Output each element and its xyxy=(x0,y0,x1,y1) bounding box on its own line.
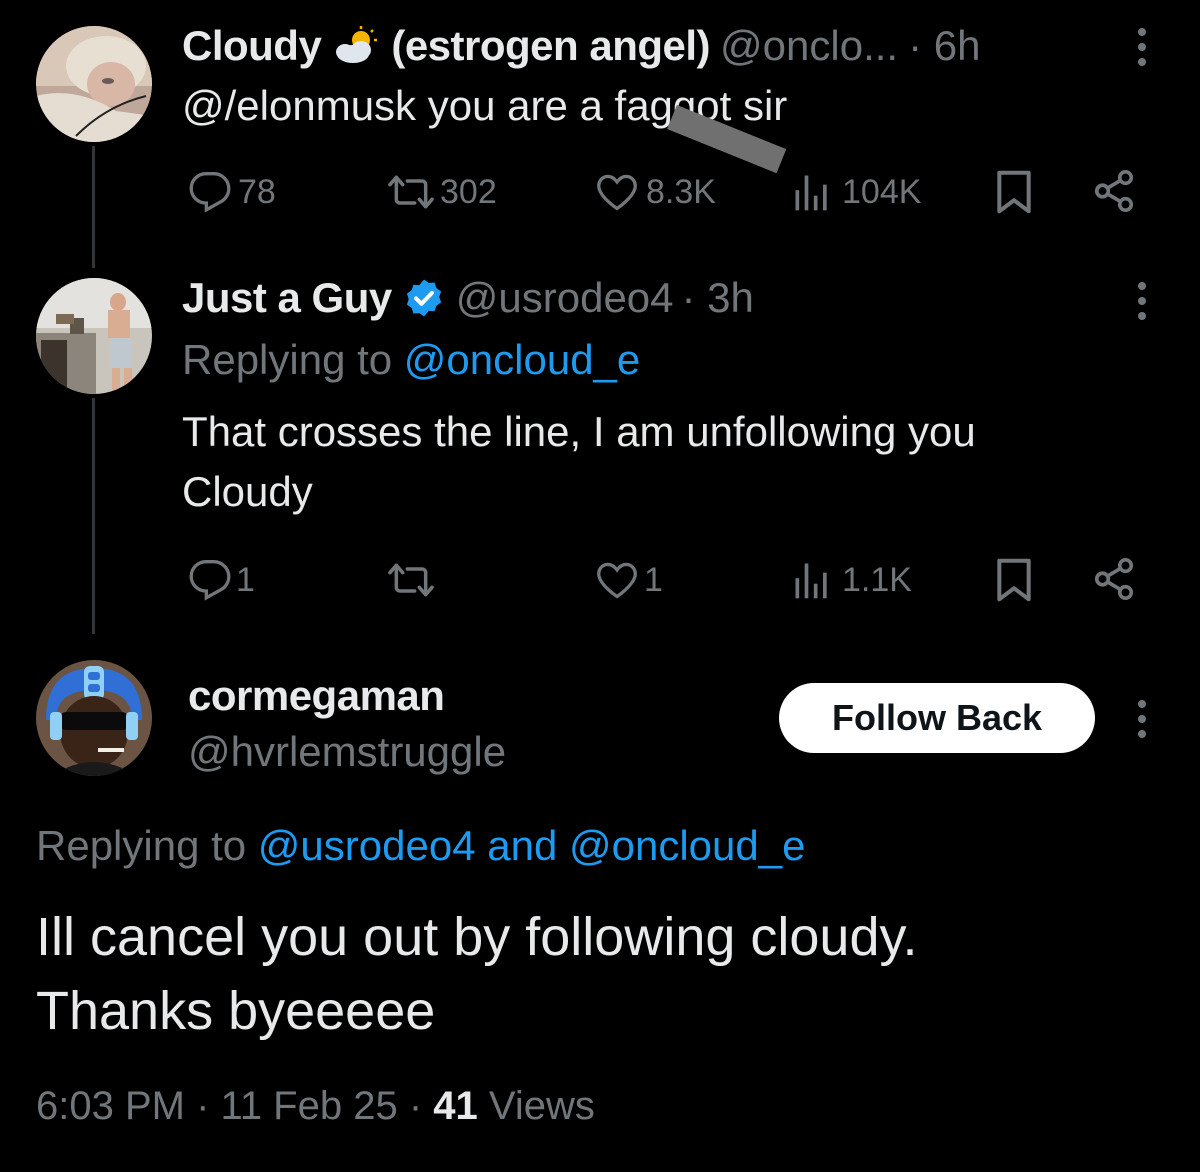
author-handle[interactable]: @usrodeo4 xyxy=(456,274,674,322)
replying-to: Replying to @oncloud_e xyxy=(182,336,640,384)
more-options-icon[interactable] xyxy=(1130,282,1154,320)
bookmark-action[interactable] xyxy=(994,558,1034,602)
reply-icon xyxy=(189,560,231,601)
views-label[interactable]: Views xyxy=(489,1084,595,1128)
replying-to-handles[interactable]: @usrodeo4 and @oncloud_e xyxy=(258,822,806,869)
replying-to-handle[interactable]: @oncloud_e xyxy=(404,336,640,383)
author-name-suffix[interactable]: (estrogen angel) xyxy=(391,22,710,70)
meta-separator: · xyxy=(196,1084,210,1128)
bookmark-action[interactable] xyxy=(994,170,1034,214)
share-icon xyxy=(1094,558,1134,600)
avatar-just-a-guy[interactable] xyxy=(36,278,152,394)
reply-icon xyxy=(189,172,231,213)
tweet-text-line: Thanks byeeeee xyxy=(36,981,436,1041)
tweet2-text: That crosses the line, I am unfollowing … xyxy=(182,408,976,515)
share-icon xyxy=(1094,170,1134,212)
replying-to-label: Replying to xyxy=(182,336,393,383)
avatar-cloudy[interactable] xyxy=(36,26,152,142)
retweet-icon xyxy=(388,175,434,209)
follow-back-button[interactable]: Follow Back xyxy=(779,683,1095,753)
retweet-action[interactable]: 302 xyxy=(384,170,497,214)
bookmark-icon xyxy=(997,558,1031,602)
tweet-text-prefix: @/elonmusk you are a f xyxy=(182,82,627,129)
like-count: 8.3K xyxy=(646,172,716,211)
thread-line xyxy=(92,398,95,634)
author-name[interactable]: Just a Guy xyxy=(182,274,392,322)
tweet1-header: Cloudy (estrogen angel) @onclo... · 6h xyxy=(182,20,980,72)
views-action[interactable]: 1.1K xyxy=(790,558,912,602)
views-count: 1.1K xyxy=(842,560,912,599)
reply-count: 78 xyxy=(238,172,276,211)
retweet-count: 302 xyxy=(440,172,497,211)
analytics-icon xyxy=(795,563,827,599)
author-name[interactable]: Cloudy xyxy=(182,22,322,70)
bookmark-icon xyxy=(997,170,1031,214)
replying-to-label: Replying to xyxy=(36,822,247,869)
avatar-cormegaman[interactable] xyxy=(36,660,152,776)
verified-badge-icon xyxy=(406,279,441,317)
meta-separator: · xyxy=(408,1084,423,1128)
author-handle[interactable]: @hvrlemstruggle xyxy=(188,728,506,776)
like-action[interactable]: 8.3K xyxy=(594,170,716,214)
heart-icon xyxy=(597,174,637,211)
retweet-icon xyxy=(388,563,434,597)
heart-icon xyxy=(597,562,637,599)
tweet-text-obscured: ag xyxy=(626,82,673,129)
tweet-time[interactable]: · 3h xyxy=(682,274,754,322)
retweet-action[interactable] xyxy=(384,558,438,602)
tweet3-text: Ill cancel you out by following cloudy. … xyxy=(36,900,917,1048)
replying-to: Replying to @usrodeo4 and @oncloud_e xyxy=(36,822,805,870)
reply-count: 1 xyxy=(236,560,255,599)
share-action[interactable] xyxy=(1090,168,1138,214)
author-name[interactable]: cormegaman xyxy=(188,672,445,720)
views-count[interactable]: 41 xyxy=(433,1084,478,1128)
analytics-icon xyxy=(795,175,827,211)
more-options-icon[interactable] xyxy=(1130,28,1154,66)
tweet-meta: 6:03 PM · 11 Feb 25 · 41 Views xyxy=(36,1084,595,1129)
tweet-text-line: Ill cancel you out by following cloudy. xyxy=(36,907,918,967)
tweet-time[interactable]: 6:03 PM xyxy=(36,1084,185,1128)
tweet2-header: Just a Guy @usrodeo4 · 3h xyxy=(182,272,754,324)
more-options-icon[interactable] xyxy=(1130,700,1154,738)
like-count: 1 xyxy=(644,560,663,599)
views-count: 104K xyxy=(842,172,922,211)
thread-line xyxy=(92,146,95,268)
views-action[interactable]: 104K xyxy=(790,170,921,214)
share-action[interactable] xyxy=(1090,556,1138,602)
tweet-time[interactable]: · 6h xyxy=(908,22,980,70)
reply-action[interactable]: 78 xyxy=(188,170,276,214)
weather-emoji-icon xyxy=(331,26,381,66)
reply-action[interactable]: 1 xyxy=(188,558,255,602)
author-handle[interactable]: @onclo... xyxy=(720,22,898,70)
tweet-date[interactable]: 11 Feb 25 xyxy=(221,1084,398,1128)
like-action[interactable]: 1 xyxy=(594,558,663,602)
